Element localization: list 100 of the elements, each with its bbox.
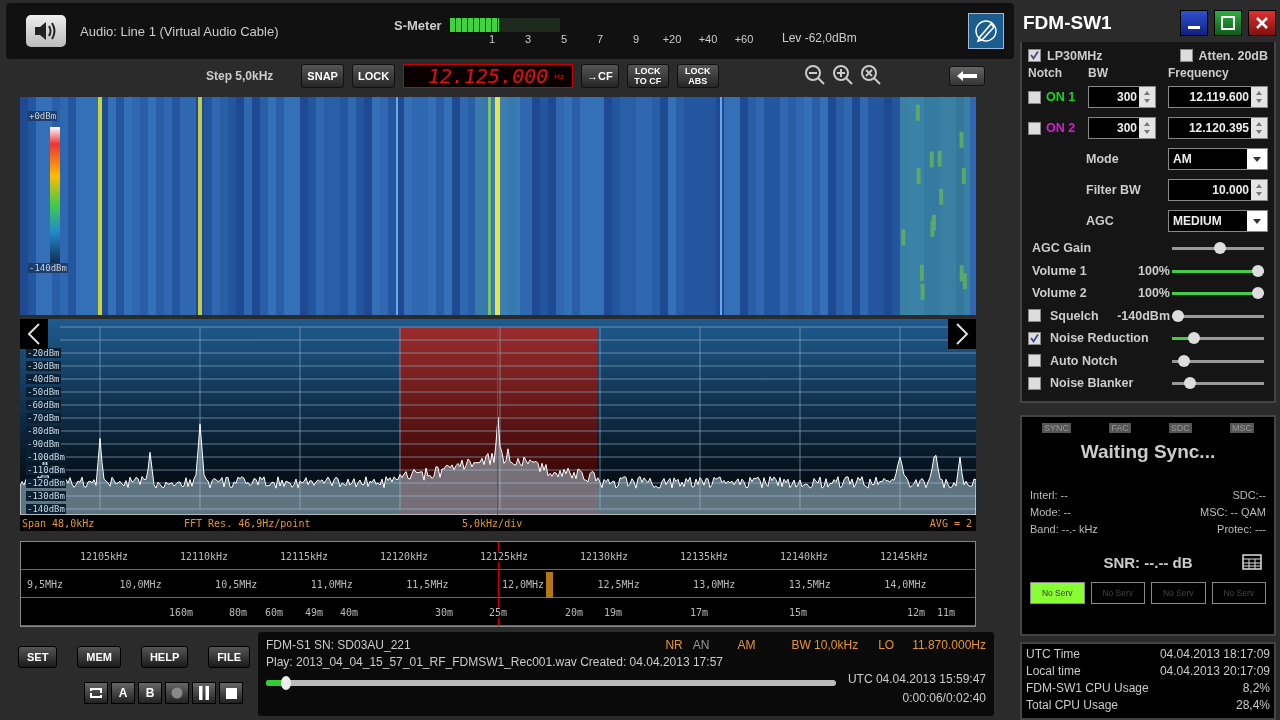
- slider[interactable]: [1172, 377, 1264, 390]
- slider-thumb[interactable]: [1188, 332, 1200, 345]
- spin-field[interactable]: 12.120.395: [1168, 117, 1268, 140]
- slider[interactable]: [1172, 264, 1264, 277]
- notch-label: ON 2: [1046, 121, 1077, 136]
- khz-label: 12140kHz: [779, 551, 829, 562]
- info-text: Band: --.- kHz: [1030, 522, 1098, 537]
- checkbox[interactable]: [1028, 90, 1041, 104]
- slider-thumb[interactable]: [1172, 309, 1184, 322]
- frequency-unit: Hz: [554, 71, 565, 81]
- maximize-button[interactable]: [1214, 9, 1242, 36]
- db-label: -70dBm: [26, 413, 61, 423]
- band-label: 12m: [906, 607, 926, 618]
- pause-button[interactable]: [192, 682, 216, 704]
- utc-timestamp: UTC 04.04.2013 15:59:47: [847, 672, 986, 686]
- lock-button[interactable]: LOCK TO CF: [626, 64, 669, 88]
- division-label: 5,0kHz/div: [462, 517, 523, 529]
- bandwidth-label: BW 10,0kHz: [791, 638, 859, 652]
- spinner-icon[interactable]: [1139, 118, 1155, 139]
- spinner-icon[interactable]: [1139, 87, 1155, 108]
- speaker-button[interactable]: [26, 15, 66, 47]
- checkbox[interactable]: [1028, 354, 1041, 368]
- checkbox[interactable]: [1028, 49, 1041, 63]
- slider-thumb[interactable]: [1252, 264, 1264, 277]
- progress-thumb[interactable]: [280, 676, 291, 690]
- frequency-display[interactable]: 12.125.000 Hz: [403, 64, 574, 88]
- spin-field[interactable]: 300: [1088, 117, 1156, 140]
- band-label: 49m: [304, 607, 324, 618]
- checkbox[interactable]: [1028, 331, 1041, 345]
- slider-thumb[interactable]: [1184, 377, 1196, 390]
- lo-frequency: 11.870.000Hz: [912, 638, 986, 652]
- db-label: -90dBm: [26, 439, 61, 449]
- service-button[interactable]: No Serv: [1030, 581, 1085, 604]
- marker-button[interactable]: A: [111, 682, 135, 704]
- lo-label: LO: [878, 638, 895, 652]
- dropdown[interactable]: MEDIUM: [1168, 210, 1268, 233]
- spin-field[interactable]: 12.119.600: [1168, 86, 1268, 109]
- lock-button[interactable]: LOCK ABS: [676, 64, 719, 88]
- sync-status: Waiting Sync...: [1079, 440, 1217, 463]
- scale-label: -140dBm: [28, 263, 68, 273]
- device-label: FDM-S1 SN: SD03AU_221: [266, 638, 411, 652]
- slider-label: Noise Reduction: [1050, 331, 1150, 346]
- clock-label: Total CPU Usage: [1026, 698, 1119, 714]
- db-label: -20dBm: [26, 348, 61, 358]
- maximize-icon: [1221, 15, 1235, 30]
- s-meter-tick: 9: [631, 32, 641, 45]
- slider[interactable]: [1172, 332, 1264, 345]
- khz-label: 12115kHz: [279, 551, 329, 562]
- dropdown[interactable]: AM: [1168, 148, 1268, 171]
- loop-button[interactable]: [84, 682, 108, 704]
- close-button[interactable]: [1248, 9, 1276, 36]
- menu-button[interactable]: HELP: [140, 646, 189, 668]
- info-text: Protec: ---: [1217, 522, 1266, 537]
- step-label: Step 5,0kHz: [206, 69, 274, 83]
- toolbar-button[interactable]: SNAP: [301, 64, 344, 88]
- stop-button[interactable]: [219, 682, 243, 704]
- band-label: 20m: [564, 607, 584, 618]
- band-label: 60m: [264, 607, 284, 618]
- center-frequency-button[interactable]: →CF: [581, 64, 619, 88]
- back-button[interactable]: [948, 66, 985, 86]
- slider[interactable]: [1172, 242, 1264, 255]
- span-label: Span 48,0kHz: [22, 517, 96, 529]
- menu-button[interactable]: MEM: [77, 646, 121, 668]
- spin-field[interactable]: 10.000: [1168, 179, 1268, 202]
- s-meter-tick: 5: [559, 32, 569, 45]
- scroll-left-button[interactable]: [20, 319, 48, 349]
- spinner-icon[interactable]: [1251, 180, 1267, 201]
- checkbox[interactable]: [1179, 49, 1193, 63]
- checkbox[interactable]: [1028, 121, 1041, 135]
- slider[interactable]: [1172, 309, 1264, 322]
- column-header: BW: [1088, 65, 1109, 82]
- spin-field[interactable]: 300: [1088, 86, 1156, 109]
- clock-label: Local time: [1026, 664, 1081, 680]
- slider-thumb[interactable]: [1252, 287, 1264, 300]
- zoom-out-icon: [803, 64, 826, 86]
- khz-label: 12120kHz: [379, 551, 429, 562]
- spinner-icon[interactable]: [1251, 87, 1267, 108]
- marker-button[interactable]: B: [138, 682, 162, 704]
- spinner-icon[interactable]: [1251, 118, 1267, 139]
- menu-button[interactable]: SET: [18, 646, 58, 668]
- slider-label: Volume 1: [1032, 263, 1088, 278]
- scroll-right-button[interactable]: [948, 319, 976, 349]
- toolbar-button[interactable]: LOCK: [351, 64, 396, 88]
- minimize-icon: [1188, 26, 1200, 30]
- menu-button[interactable]: FILE: [208, 646, 250, 668]
- slider[interactable]: [1172, 287, 1264, 300]
- record-button[interactable]: [165, 682, 189, 704]
- khz-label: 12130kHz: [579, 551, 629, 562]
- slider-thumb[interactable]: [1178, 354, 1191, 367]
- table-icon[interactable]: [1242, 553, 1262, 570]
- db-label: -110dBm: [26, 465, 66, 475]
- minimize-button[interactable]: [1180, 9, 1208, 36]
- slider-thumb[interactable]: [1214, 242, 1227, 255]
- checkbox[interactable]: [1028, 309, 1041, 323]
- edit-button[interactable]: [968, 13, 1004, 49]
- checkbox[interactable]: [1028, 376, 1041, 390]
- position-marker: [546, 572, 553, 598]
- average-label: AVG = 2: [929, 517, 972, 529]
- band-label: 160m: [168, 607, 194, 618]
- db-label: -50dBm: [26, 387, 61, 397]
